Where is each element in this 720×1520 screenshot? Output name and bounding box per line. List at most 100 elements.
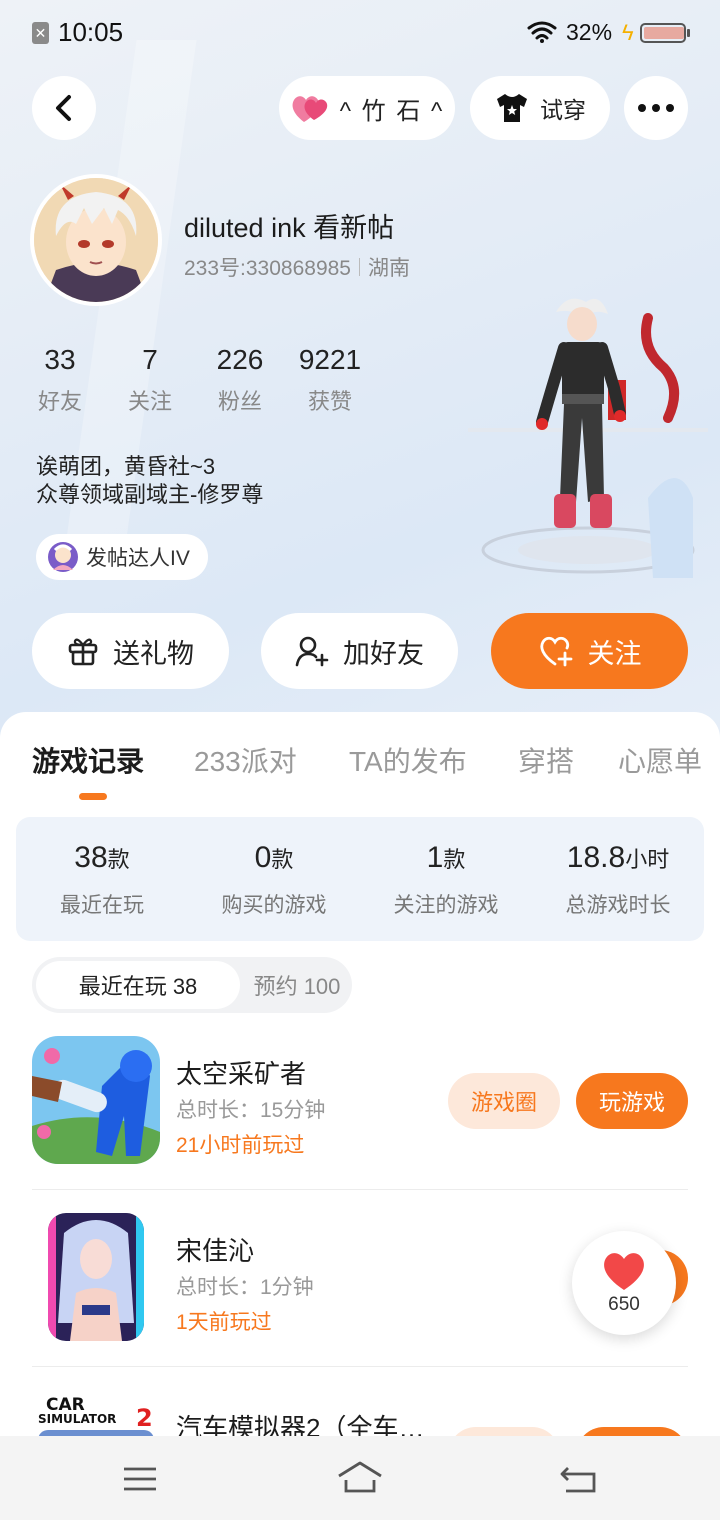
- stat-friends[interactable]: 33 好友: [20, 344, 100, 416]
- summary-value: 1: [426, 841, 444, 874]
- floating-like-button[interactable]: 650: [572, 1231, 676, 1335]
- stat-following[interactable]: 7 关注: [110, 344, 190, 416]
- nickname-pill[interactable]: ^ 竹 石 ^: [279, 76, 455, 140]
- home-icon[interactable]: [336, 1460, 384, 1494]
- game-icon-space-miner: [32, 1036, 160, 1164]
- back-button[interactable]: [32, 76, 96, 140]
- nickname-label: ^ 竹 石 ^: [339, 97, 445, 125]
- summary-label: 关注的游戏: [393, 894, 499, 917]
- profile-bio: 诶萌团，黄昏社~3 众尊领域副域主-修罗尊: [36, 453, 263, 509]
- badge-icon: [48, 542, 78, 572]
- heart-icon: [292, 96, 327, 122]
- game-playtime: 总时长：1分钟: [176, 1276, 314, 1299]
- stat-number: 7: [142, 344, 158, 375]
- stat-label: 好友: [37, 389, 82, 414]
- avatar[interactable]: [30, 174, 162, 306]
- chevron-left-icon: [56, 95, 71, 121]
- summary-unit: 小时: [625, 847, 670, 872]
- summary-recent[interactable]: 38款 最近在玩: [16, 841, 188, 919]
- add-friend-label: 加好友: [343, 638, 424, 669]
- add-friend-button[interactable]: 加好友: [261, 613, 458, 689]
- stat-fans[interactable]: 226 粉丝: [200, 344, 280, 416]
- profile-id-row: 233号:330868985 湖南: [184, 252, 410, 282]
- follow-label: 关注: [587, 638, 642, 669]
- play-game-button[interactable]: 玩游戏: [576, 1073, 688, 1129]
- notification-icon: ✕: [32, 22, 49, 44]
- summary-playtime[interactable]: 18.8小时 总游戏时长: [532, 841, 704, 919]
- bio-line: 众尊领域副域主-修罗尊: [36, 482, 264, 507]
- summary-unit: 款: [443, 847, 466, 872]
- tab-game-records[interactable]: 游戏记录: [32, 740, 144, 780]
- game-title: 太空采矿者: [176, 1059, 307, 1089]
- summary-value: 38: [74, 841, 108, 874]
- like-count: 650: [608, 1294, 640, 1315]
- tshirt-icon: [497, 94, 527, 122]
- game-subtabs: 最近在玩 38 预约 100: [32, 957, 352, 1013]
- battery-percent: 32%: [566, 19, 613, 45]
- stat-number: 33: [44, 344, 76, 375]
- heart-plus-icon: [539, 636, 572, 667]
- tab-posts[interactable]: TA的发布: [349, 740, 467, 780]
- stat-label: 粉丝: [217, 389, 262, 414]
- game-icon-car-simulator-2: CAR SIMULATOR 2: [32, 1390, 160, 1436]
- game-circle-button[interactable]: [448, 1427, 560, 1436]
- game-title: 宋佳沁: [176, 1236, 255, 1266]
- stat-number: 226: [216, 344, 264, 375]
- profile-name: diluted ink 看新帖: [184, 213, 395, 243]
- tab-233-party[interactable]: 233派对: [194, 740, 297, 780]
- game-last-played: 21小时前玩过: [176, 1134, 305, 1157]
- game-summary: 38款 最近在玩 0款 购买的游戏 1款 关注的游戏 18.8小时 总游戏时长: [16, 817, 704, 941]
- tryon-label: 试穿: [540, 97, 586, 123]
- stat-number: 9221: [298, 344, 362, 375]
- svg-text:SIMULATOR: SIMULATOR: [38, 1412, 116, 1426]
- stat-likes[interactable]: 9221 获赞: [290, 344, 370, 416]
- avatar-image: [34, 178, 158, 302]
- profile-region: 湖南: [368, 257, 410, 280]
- play-game-button[interactable]: [576, 1427, 688, 1436]
- divider: [32, 1189, 688, 1190]
- avatar-figure[interactable]: [468, 288, 708, 588]
- menu-icon[interactable]: [122, 1466, 158, 1492]
- charging-icon: ϟ: [622, 20, 634, 45]
- game-title: 汽车模拟器2（全车…: [176, 1413, 425, 1436]
- add-user-icon: [295, 636, 329, 667]
- divider: [32, 1366, 688, 1367]
- battery-icon: [640, 23, 690, 43]
- tab-indicator: [79, 793, 107, 800]
- send-gift-button[interactable]: 送礼物: [32, 613, 229, 689]
- badge-label: 发帖达人IV: [86, 547, 190, 570]
- summary-followed[interactable]: 1款 关注的游戏: [360, 841, 532, 919]
- profile-id: 233号:330868985: [184, 257, 351, 280]
- svg-text:2: 2: [136, 1404, 153, 1432]
- summary-purchased[interactable]: 0款 购买的游戏: [188, 841, 360, 919]
- wifi-icon: [527, 21, 557, 43]
- summary-label: 购买的游戏: [221, 894, 327, 917]
- subtab-recent[interactable]: 最近在玩 38: [36, 961, 240, 1009]
- game-playtime: 总时长：15分钟: [176, 1099, 326, 1122]
- tab-outfits[interactable]: 穿搭: [518, 740, 574, 780]
- list-item[interactable]: 太空采矿者 总时长：15分钟 21小时前玩过 游戏圈 玩游戏: [32, 1036, 688, 1186]
- more-button[interactable]: [624, 76, 688, 140]
- summary-label: 总游戏时长: [565, 894, 671, 917]
- summary-unit: 款: [107, 847, 130, 872]
- system-nav-bar: [0, 1436, 720, 1520]
- back-nav-icon[interactable]: [560, 1464, 598, 1494]
- status-time: 10:05: [58, 17, 124, 47]
- status-bar: ✕ 10:05 32% ϟ: [0, 0, 720, 66]
- summary-label: 最近在玩: [60, 894, 144, 917]
- heart-icon: [604, 1253, 644, 1290]
- summary-value: 18.8: [566, 841, 626, 874]
- achievement-badge[interactable]: 发帖达人IV: [36, 534, 208, 580]
- send-gift-label: 送礼物: [113, 638, 194, 669]
- game-last-played: 1天前玩过: [176, 1311, 272, 1334]
- follow-button[interactable]: 关注: [491, 613, 688, 689]
- more-dots-icon: [638, 104, 674, 112]
- list-item[interactable]: CAR SIMULATOR 2 汽车模拟器2（全车…: [32, 1390, 688, 1436]
- tab-wishlist[interactable]: 心愿单: [618, 740, 702, 780]
- stat-label: 获赞: [307, 389, 352, 414]
- tryon-button[interactable]: 试穿: [470, 76, 610, 140]
- bio-line: 诶萌团，黄昏社~3: [36, 454, 216, 479]
- game-circle-button[interactable]: 游戏圈: [448, 1073, 560, 1129]
- subtab-reserve[interactable]: 预约 100: [242, 961, 352, 1009]
- gift-icon: [68, 638, 98, 666]
